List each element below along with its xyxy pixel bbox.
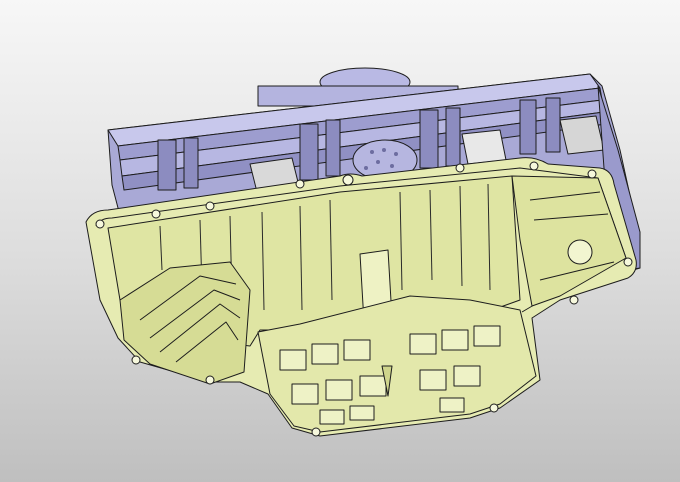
cad-3d-viewport[interactable] [0,0,680,482]
frame-window-3 [559,115,605,155]
bracket-hole [567,239,593,265]
frame-window-2 [461,129,507,165]
cad-model-render[interactable] [0,0,680,482]
